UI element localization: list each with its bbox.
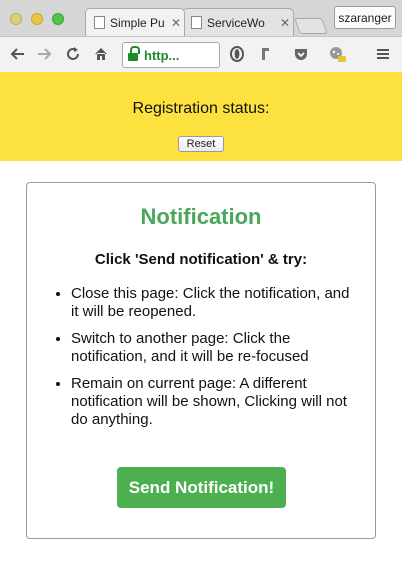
address-bar[interactable]: http... (122, 42, 220, 68)
list-item: Close this page: Click the notification,… (71, 285, 361, 321)
list-item: Remain on current page: A different noti… (71, 375, 361, 429)
close-window-button[interactable] (10, 13, 22, 25)
opera-icon[interactable] (226, 43, 248, 65)
profile-button[interactable]: szaranger (334, 6, 396, 29)
extension-icon[interactable] (256, 43, 278, 65)
back-icon[interactable] (6, 43, 28, 65)
forward-icon[interactable] (34, 43, 56, 65)
notification-card: Notification Click 'Send notification' &… (26, 182, 376, 539)
reset-button[interactable]: Reset (178, 136, 224, 152)
card-title: Notification (140, 204, 262, 229)
reload-icon[interactable] (62, 43, 84, 65)
new-tab-button[interactable] (294, 18, 328, 34)
tab-close-icon[interactable]: ✕ (168, 16, 184, 30)
card-subtitle: Click 'Send notification' & try: (94, 251, 308, 268)
menu-icon[interactable] (372, 43, 394, 65)
cookie-icon[interactable] (326, 43, 348, 65)
tab-close-icon[interactable]: ✕ (277, 16, 293, 30)
page-icon (191, 16, 202, 29)
tab-title: Simple Pu (110, 15, 165, 30)
home-icon[interactable] (90, 43, 112, 65)
lock-icon (128, 45, 140, 61)
registration-status-label: Registration status: (132, 100, 270, 117)
zoom-window-button[interactable] (52, 13, 64, 25)
minimize-window-button[interactable] (31, 13, 43, 25)
url-text: http... (144, 47, 180, 63)
tab-service-worker[interactable]: ServiceWo ✕ (182, 8, 294, 36)
page-icon (94, 16, 105, 29)
send-notification-button[interactable]: Send Notification! (117, 467, 286, 508)
pocket-icon[interactable] (290, 43, 312, 65)
tab-title: ServiceWo (207, 15, 265, 30)
instruction-list: Close this page: Click the notification,… (71, 285, 361, 438)
tab-simple-push[interactable]: Simple Pu ✕ (85, 8, 185, 36)
list-item: Switch to another page: Click the notifi… (71, 330, 361, 366)
